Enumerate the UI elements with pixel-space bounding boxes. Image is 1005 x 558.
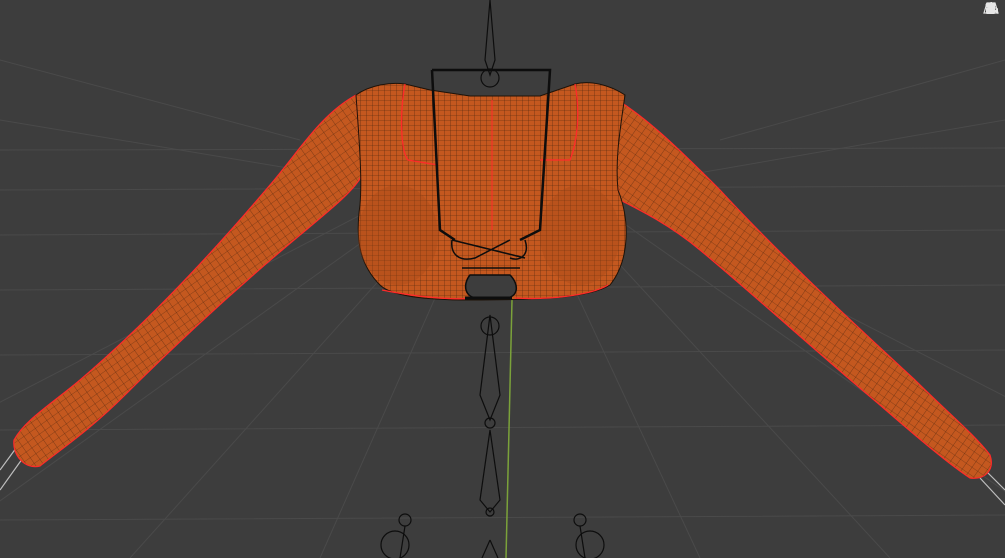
left-sleeve-mesh[interactable] — [13, 94, 363, 468]
perspective-grid-icon[interactable] — [983, 2, 1004, 69]
left-bust-shade — [358, 185, 438, 285]
keyhole-cutout — [464, 274, 517, 299]
y-axis-line — [505, 299, 513, 558]
viewport-canvas[interactable] — [0, 0, 1005, 558]
navigation-gizmo-bar — [983, 0, 1005, 90]
3d-viewport[interactable] — [0, 0, 1005, 558]
camera-view-icon[interactable] — [984, 2, 1004, 46]
right-bust-shade — [540, 185, 620, 285]
